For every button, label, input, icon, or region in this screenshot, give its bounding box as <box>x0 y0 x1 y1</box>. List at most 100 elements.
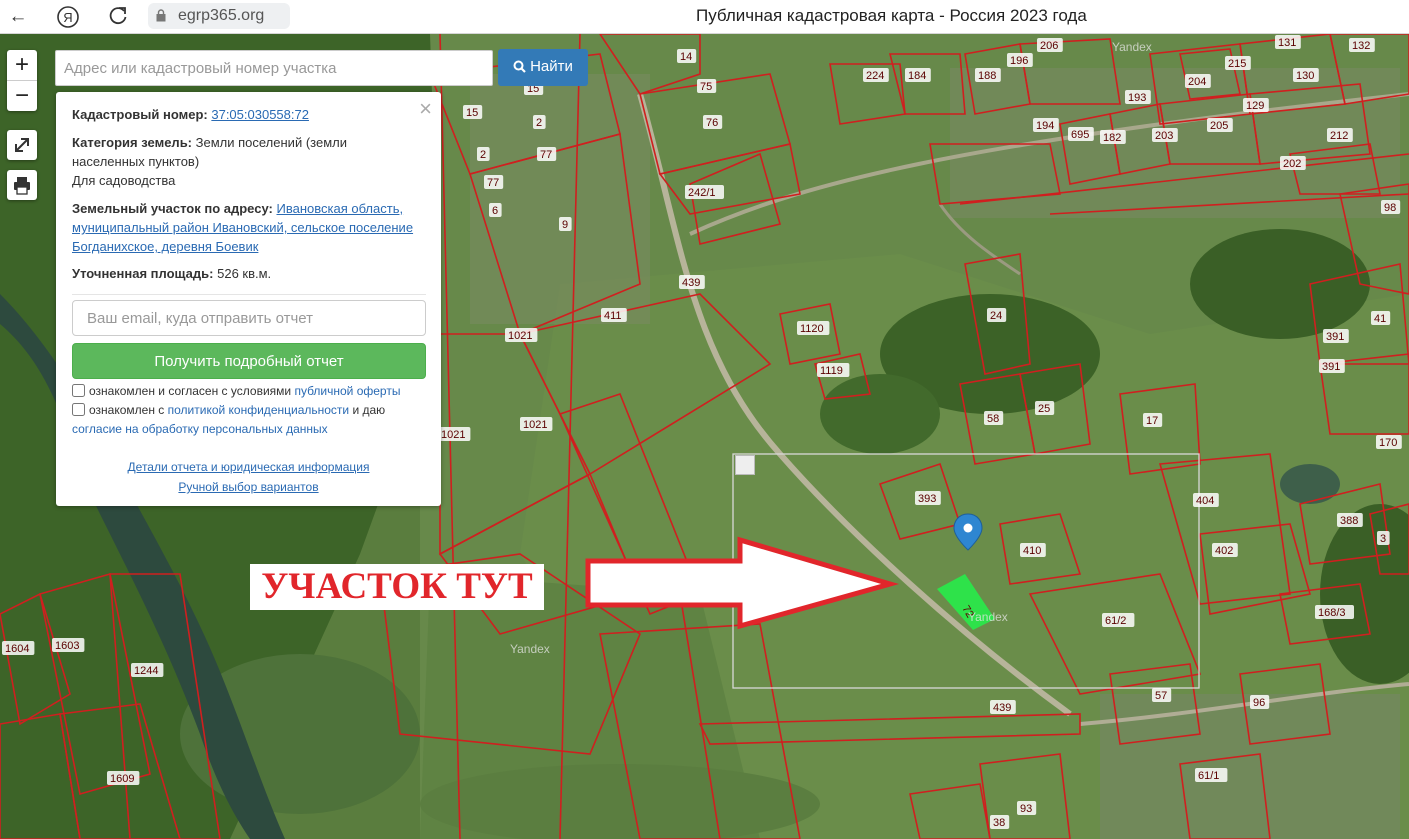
plot-number-label[interactable]: 1021 <box>523 419 547 431</box>
manual-selection-link[interactable]: Ручной выбор вариантов <box>178 480 318 494</box>
plot-number-label[interactable]: 1021 <box>508 330 532 342</box>
plot-number-label[interactable]: 204 <box>1188 76 1206 88</box>
plot-number-label[interactable]: 58 <box>987 413 999 425</box>
get-report-button[interactable]: Получить подробный отчет <box>72 343 426 379</box>
plot-number-label[interactable]: 98 <box>1384 202 1396 214</box>
consent-privacy-text: ознакомлен с <box>89 403 165 417</box>
plot-number-label[interactable]: 9 <box>562 219 568 231</box>
zoom-in-button[interactable]: + <box>7 50 37 80</box>
land-category-row: Категория земель: Земли поселений (земли… <box>72 133 422 171</box>
plot-number-label[interactable]: 1021 <box>441 429 465 441</box>
plot-number-label[interactable]: 391 <box>1326 331 1344 343</box>
plot-number-label[interactable]: 402 <box>1215 545 1233 557</box>
plot-number-label[interactable]: 130 <box>1296 70 1314 82</box>
plot-number-label[interactable]: 25 <box>1038 403 1050 415</box>
plot-number-label[interactable]: 17 <box>1146 415 1158 427</box>
plot-number-label[interactable]: 24 <box>990 310 1002 322</box>
plot-number-label[interactable]: 193 <box>1128 92 1146 104</box>
plot-number-label[interactable]: 76 <box>706 117 718 129</box>
plot-number-label[interactable]: 203 <box>1155 130 1173 142</box>
search-button[interactable]: Найти <box>498 49 588 86</box>
plot-number-label[interactable]: 131 <box>1278 37 1296 49</box>
plot-number-label[interactable]: 404 <box>1196 495 1214 507</box>
plot-number-label[interactable]: 695 <box>1071 129 1089 141</box>
plot-number-label[interactable]: 96 <box>1253 697 1265 709</box>
plot-number-label[interactable]: 2 <box>536 117 542 129</box>
plot-number-label[interactable]: 1120 <box>800 323 824 335</box>
yandex-watermark: Yandex <box>510 642 550 656</box>
report-details-link[interactable]: Детали отчета и юридическая информация <box>128 460 370 474</box>
back-icon[interactable]: ← <box>6 5 30 29</box>
plot-number-label[interactable]: 75 <box>700 81 712 93</box>
plot-number-label[interactable]: 388 <box>1340 515 1358 527</box>
fullscreen-button[interactable] <box>7 130 37 160</box>
consent-privacy-text-2: и даю <box>352 403 386 417</box>
plot-number-label[interactable]: 1604 <box>5 643 29 655</box>
plot-number-label[interactable]: 184 <box>908 70 926 82</box>
plot-number-label[interactable]: 182 <box>1103 132 1121 144</box>
plot-number-label[interactable]: 3 <box>1380 533 1386 545</box>
plot-number-label[interactable]: 14 <box>680 51 692 63</box>
plot-number-label[interactable]: 129 <box>1246 100 1264 112</box>
plot-number-label[interactable]: 439 <box>993 702 1011 714</box>
yandex-icon[interactable]: Я <box>56 5 80 29</box>
plot-number-label[interactable]: 170 <box>1379 437 1397 449</box>
plot-number-label[interactable]: 188 <box>978 70 996 82</box>
plot-number-label[interactable]: 132 <box>1352 40 1370 52</box>
plot-number-label[interactable]: 6 <box>492 205 498 217</box>
plot-number-label[interactable]: 206 <box>1040 40 1058 52</box>
plot-number-label[interactable]: 168/3 <box>1318 607 1346 619</box>
plot-number-label[interactable]: 77 <box>487 177 499 189</box>
plot-number-label[interactable]: 1603 <box>55 640 79 652</box>
search-input[interactable] <box>55 50 493 86</box>
plot-number-label[interactable]: 410 <box>1023 545 1041 557</box>
plot-number-label[interactable]: 411 <box>604 310 622 322</box>
plot-number-label[interactable]: 1244 <box>134 665 158 677</box>
divider <box>72 294 426 295</box>
plot-number-label[interactable]: 1119 <box>820 365 843 377</box>
broken-image-icon <box>735 455 755 475</box>
usage-value: Для садоводства <box>72 173 176 188</box>
plot-number-label[interactable]: 242/1 <box>688 187 716 199</box>
plot-number-label[interactable]: 38 <box>993 817 1005 829</box>
search-icon <box>513 60 526 77</box>
plot-number-label[interactable]: 2 <box>480 149 486 161</box>
reload-icon[interactable] <box>106 5 130 29</box>
plot-info-panel: × Кадастровый номер: 37:05:030558:72 Кат… <box>56 92 441 506</box>
area-value: 526 кв.м. <box>217 266 272 281</box>
plot-number-label[interactable]: 393 <box>918 493 936 505</box>
plot-number-label[interactable]: 439 <box>682 277 700 289</box>
print-button[interactable] <box>7 170 37 200</box>
consent-privacy: ознакомлен с политикой конфиденциальност… <box>72 401 426 439</box>
plot-number-label[interactable]: 391 <box>1322 361 1340 373</box>
plot-number-label[interactable]: 61/1 <box>1198 770 1219 782</box>
address-label: Земельный участок по адресу: <box>72 201 273 216</box>
search-button-label: Найти <box>530 58 573 75</box>
personal-data-link[interactable]: согласие на обработку персональных данны… <box>72 422 328 436</box>
plot-number-label[interactable]: 57 <box>1155 690 1167 702</box>
plot-number-label[interactable]: 196 <box>1010 55 1028 67</box>
plot-number-label[interactable]: 215 <box>1228 58 1246 70</box>
plot-number-label[interactable]: 212 <box>1330 130 1348 142</box>
lock-icon <box>156 9 166 22</box>
plot-number-label[interactable]: 15 <box>466 107 478 119</box>
address-bar[interactable]: egrp365.org <box>148 3 290 29</box>
plot-number-label[interactable]: 77 <box>540 149 552 161</box>
cadastral-number-link[interactable]: 37:05:030558:72 <box>211 107 309 122</box>
svg-text:Я: Я <box>63 10 72 25</box>
plot-number-label[interactable]: 194 <box>1036 120 1054 132</box>
email-field[interactable] <box>72 300 426 336</box>
area-label: Уточненная площадь: <box>72 266 214 281</box>
plot-number-label[interactable]: 205 <box>1210 120 1228 132</box>
plot-number-label[interactable]: 61/2 <box>1105 615 1126 627</box>
plot-number-label[interactable]: 202 <box>1283 158 1301 170</box>
privacy-checkbox[interactable] <box>72 403 85 416</box>
offer-checkbox[interactable] <box>72 384 85 397</box>
privacy-policy-link[interactable]: политикой конфиденциальности <box>168 403 349 417</box>
offer-link[interactable]: публичной оферты <box>294 384 400 398</box>
plot-number-label[interactable]: 224 <box>866 70 884 82</box>
plot-number-label[interactable]: 41 <box>1374 313 1386 325</box>
zoom-out-button[interactable]: − <box>7 81 37 111</box>
plot-number-label[interactable]: 93 <box>1020 803 1032 815</box>
plot-number-label[interactable]: 1609 <box>110 773 134 785</box>
